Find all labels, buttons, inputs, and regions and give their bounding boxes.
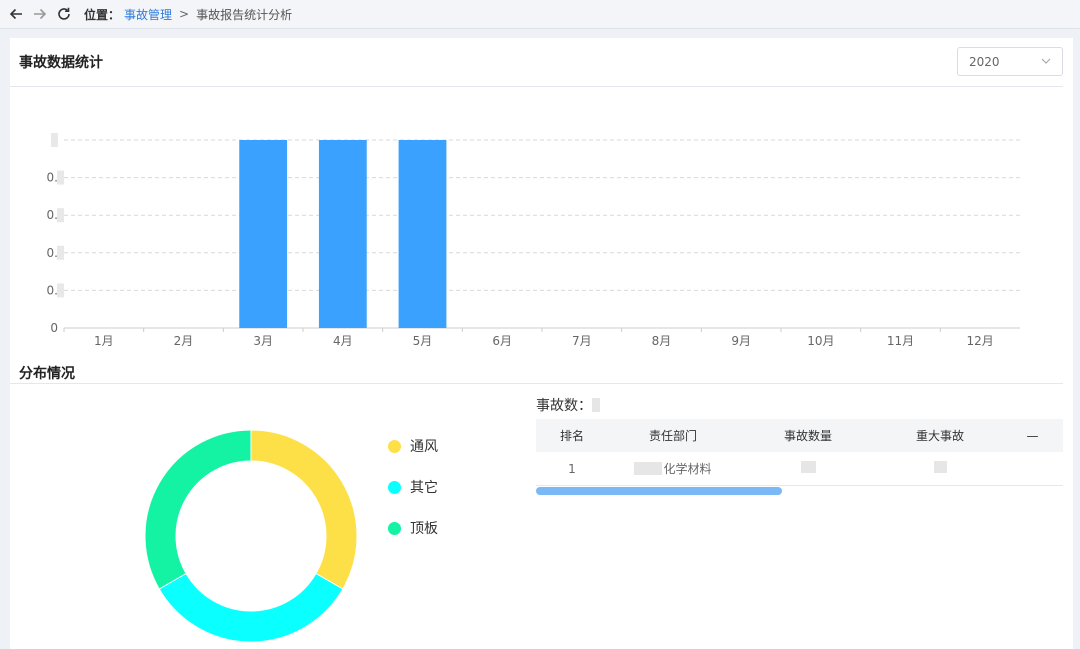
y-tick-redaction [57,245,64,260]
cell-department: 化学材料 [608,460,738,477]
x-tick-label: 10月 [807,334,834,348]
legend-item[interactable]: 其它 [388,477,438,497]
legend-dot [388,439,401,453]
department-name-redacted [634,462,663,475]
x-tick-label: 6月 [492,334,512,348]
breadcrumb-link-accident-management[interactable]: 事故管理 [124,6,172,23]
x-tick-label: 12月 [967,334,994,348]
x-tick-label: 3月 [253,334,273,348]
y-tick-redaction [57,208,64,223]
pie-slice-3[interactable] [144,429,252,590]
table-header-truncated: — [1026,428,1039,443]
legend-dot [388,521,401,535]
x-tick-label: 11月 [887,334,914,348]
department-ranking-table: 排名 责任部门 事故数量 重大事故 — 1 化学材料 [536,419,1063,486]
arrow-left-icon [9,8,22,20]
table-header-department[interactable]: 责任部门 [608,427,738,444]
forward-button[interactable] [28,2,52,26]
accident-count-label: 事故数： [536,398,592,414]
y-tick-label: 0. [47,283,58,297]
x-tick-label: 5月 [413,334,433,348]
legend-label: 顶板 [410,521,438,537]
legend-item[interactable]: 通风 [388,436,438,456]
y-tick-redaction [57,170,64,185]
x-tick-label: 1月 [94,334,114,348]
legend-dot [388,480,401,494]
y-tick-label: 0. [47,208,58,222]
arrow-right-icon [34,8,47,20]
charts-canvas: 0 0. 0. 0. 0. 1月 2月 3月 4月 5月 6月 7月 8月 9月 10月 11月 12月 [47,133,1020,643]
breadcrumb-current-page: 事故报告统计分析 [196,7,293,22]
table-horizontal-scrollbar[interactable] [536,487,782,495]
y-tick-label: 0 [50,321,58,335]
pie-slice-2[interactable] [158,572,344,643]
cell-accident-count [738,461,878,476]
bar-3[interactable] [239,140,288,328]
x-tick-label: 8月 [652,334,672,348]
location-label: 位置： [84,7,121,22]
table-header-major-accidents[interactable]: 重大事故 [878,427,1002,444]
y-tick-redaction [57,283,64,298]
y-tick-label: 0. [47,171,58,185]
table-header-rank[interactable]: 排名 [536,427,608,444]
table-row[interactable]: 1 化学材料 [536,452,1063,486]
legend-item[interactable]: 顶板 [388,518,438,538]
back-button[interactable] [4,2,28,26]
department-name-text: 化学材料 [663,462,712,476]
cell-major-accidents [878,461,1002,476]
x-tick-label: 9月 [731,334,751,348]
table-header-accident-count[interactable]: 事故数量 [738,427,878,444]
cell-rank: 1 [568,461,576,476]
x-tick-label: 2月 [174,334,194,348]
bar-4[interactable] [318,140,367,328]
refresh-icon [58,7,70,20]
accident-count-line: 事故数： [536,395,600,415]
accident-count-value-redacted [592,398,600,412]
bar-5[interactable] [398,140,447,328]
main-panel: 事故数据统计 2020 分布情况 0 0. 0. 0. 0. 1月 2月 3月 4月 5月 6月 7月… [10,38,1073,649]
x-tick-label: 7月 [572,334,592,348]
major-value-redacted [933,461,947,473]
refresh-button[interactable] [52,2,76,26]
breadcrumb-separator: > [179,7,190,21]
count-value-redacted [800,461,816,473]
y-tick-label: 0. [47,246,58,260]
legend-label: 通风 [410,439,438,455]
pie-slice-1[interactable] [250,429,358,590]
x-tick-label: 4月 [333,334,353,348]
y-tick-redaction [51,133,58,147]
breadcrumb: 位置： 事故管理 > 事故报告统计分析 [84,6,292,23]
top-nav-bar: 位置： 事故管理 > 事故报告统计分析 [0,0,1080,29]
pie-legend: 通风 其它 顶板 [388,436,438,559]
table-header-row: 排名 责任部门 事故数量 重大事故 — [536,419,1063,452]
legend-label: 其它 [410,480,438,496]
